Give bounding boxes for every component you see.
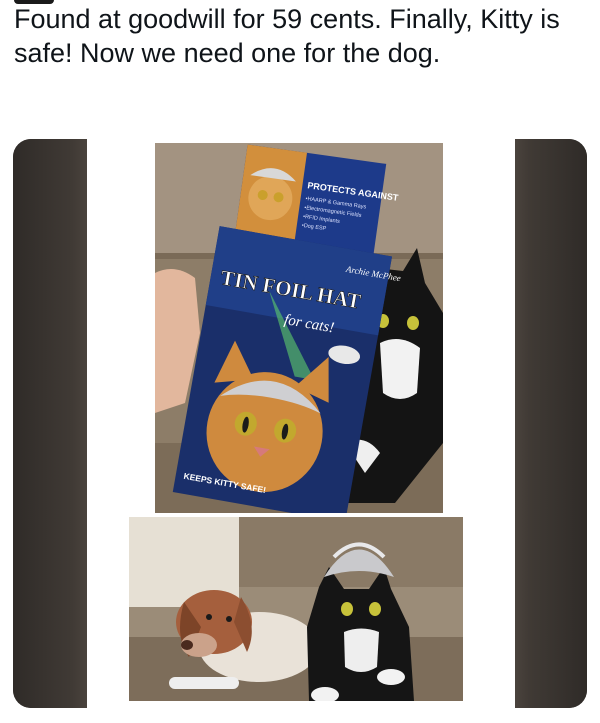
media-blur-band-right xyxy=(515,139,587,708)
post-media-image[interactable]: PROTECTS AGAINST •HAARP & Gamma Rays •El… xyxy=(13,139,587,708)
media-blur-band-left xyxy=(13,139,87,708)
photo-product-boxes: PROTECTS AGAINST •HAARP & Gamma Rays •El… xyxy=(155,143,443,513)
media-collage: PROTECTS AGAINST •HAARP & Gamma Rays •El… xyxy=(87,139,515,708)
photo-dog-and-cat xyxy=(129,517,463,701)
post-text: Found at goodwill for 59 cents. Finally,… xyxy=(14,4,560,68)
